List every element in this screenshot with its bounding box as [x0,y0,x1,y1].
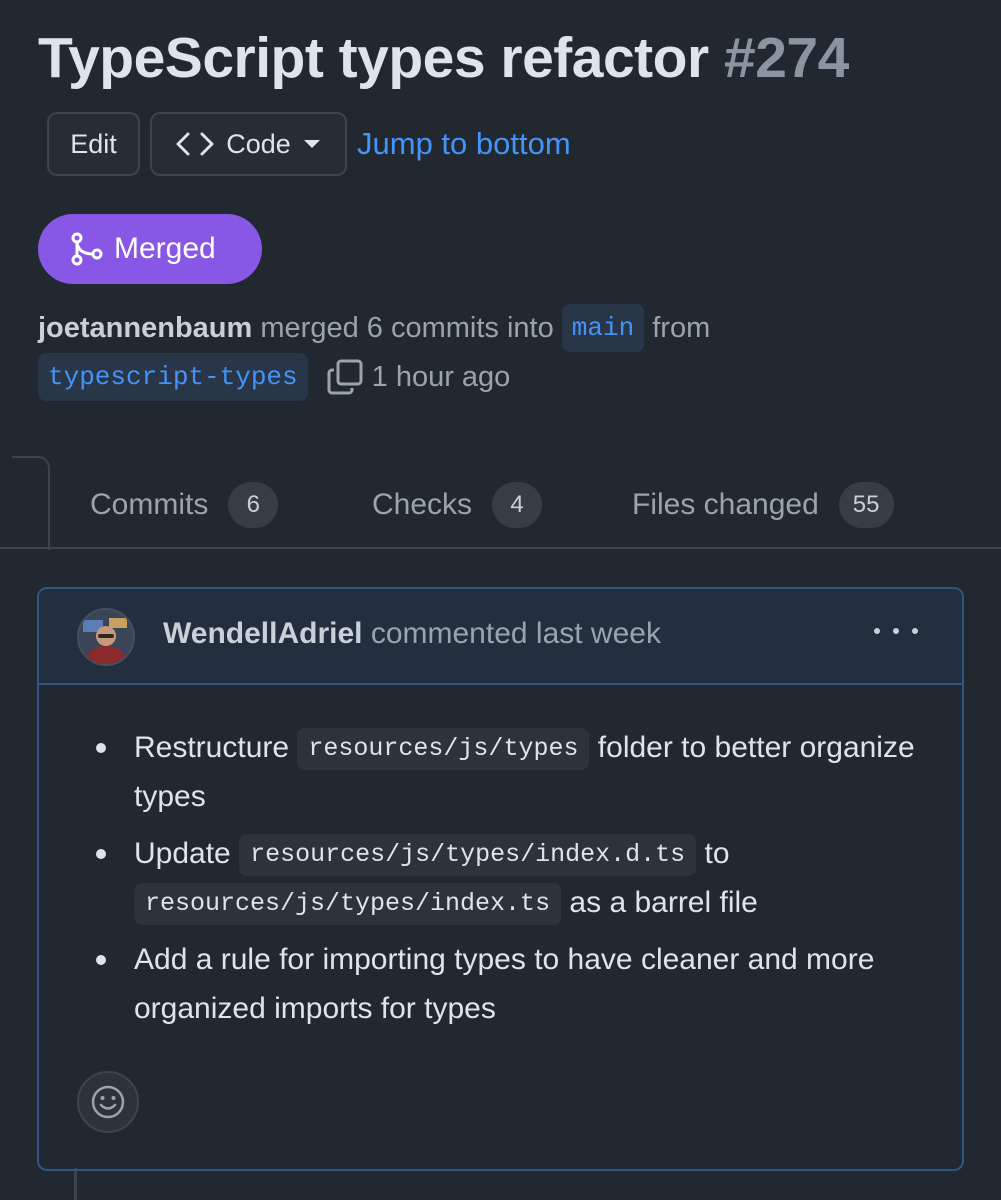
list-item: Update resources/js/types/index.d.ts to … [96,829,934,927]
tab-commits-count: 6 [228,482,279,528]
merge-action-text: merged 6 commits into [260,311,554,344]
edit-button[interactable]: Edit [47,112,140,176]
merged-status-label: Merged [114,232,216,265]
code-button-label: Code [226,128,291,159]
list-item: Add a rule for importing types to have c… [96,935,934,1033]
tab-checks-count: 4 [492,482,543,528]
tabs-divider [0,547,1001,549]
pr-number: #274 [724,26,849,90]
triangle-down-icon [303,140,320,148]
tab-checks-label: Checks [372,488,473,521]
comment-timestamp: commented last week [370,617,661,650]
timeline-line [74,1168,77,1200]
merged-status-badge: Merged [38,214,262,284]
pr-title: TypeScript types refactor [38,26,709,90]
merge-info-line-2: typescript-types 1 hour ago [38,352,510,402]
avatar-image [79,610,133,664]
avatar[interactable] [77,608,135,666]
add-reaction-button[interactable] [77,1071,139,1133]
inline-code: resources/js/types/index.ts [134,883,562,925]
tab-checks[interactable]: Checks 4 [372,480,543,530]
merge-info-line: joetannenbaum merged 6 commits into main… [38,304,710,352]
kebab-horizontal-icon[interactable] [874,619,918,643]
smiley-icon [91,1085,125,1119]
inline-code: resources/js/types/index.d.ts [239,834,697,876]
page-title: TypeScript types refactor #274 [38,26,849,90]
merge-from-text: from [652,311,711,344]
copy-icon[interactable] [326,358,364,396]
comment-bullet-list: Restructure resources/js/types folder to… [96,723,934,1041]
comment-body: Restructure resources/js/types folder to… [39,685,962,1169]
inline-code: resources/js/types [297,728,590,770]
git-merge-icon [71,232,103,266]
head-branch-label[interactable]: typescript-types [38,353,308,401]
edit-button-label: Edit [70,128,117,159]
jump-to-bottom-link[interactable]: Jump to bottom [357,124,571,164]
tab-files-changed[interactable]: Files changed 55 [632,480,894,530]
merge-author-link[interactable]: joetannenbaum [38,312,252,345]
list-item: Restructure resources/js/types folder to… [96,723,934,821]
tab-corner-divider [12,456,50,550]
comment-card: WendellAdriel commented last week Restru… [37,587,964,1171]
base-branch-label[interactable]: main [561,304,645,352]
tab-commits[interactable]: Commits 6 [90,480,279,530]
comment-meta: WendellAdriel commented last week [163,617,661,651]
pull-request-page: TypeScript types refactor #274 Edit Code… [0,0,1001,1200]
comment-author-link[interactable]: WendellAdriel [163,617,362,650]
code-brackets-icon [176,132,214,156]
tab-commits-label: Commits [90,488,209,521]
tab-files-changed-label: Files changed [632,488,819,521]
tab-files-changed-count: 55 [838,482,894,528]
merge-time: 1 hour ago [371,360,511,393]
code-button[interactable]: Code [150,112,347,176]
comment-header: WendellAdriel commented last week [39,589,962,685]
